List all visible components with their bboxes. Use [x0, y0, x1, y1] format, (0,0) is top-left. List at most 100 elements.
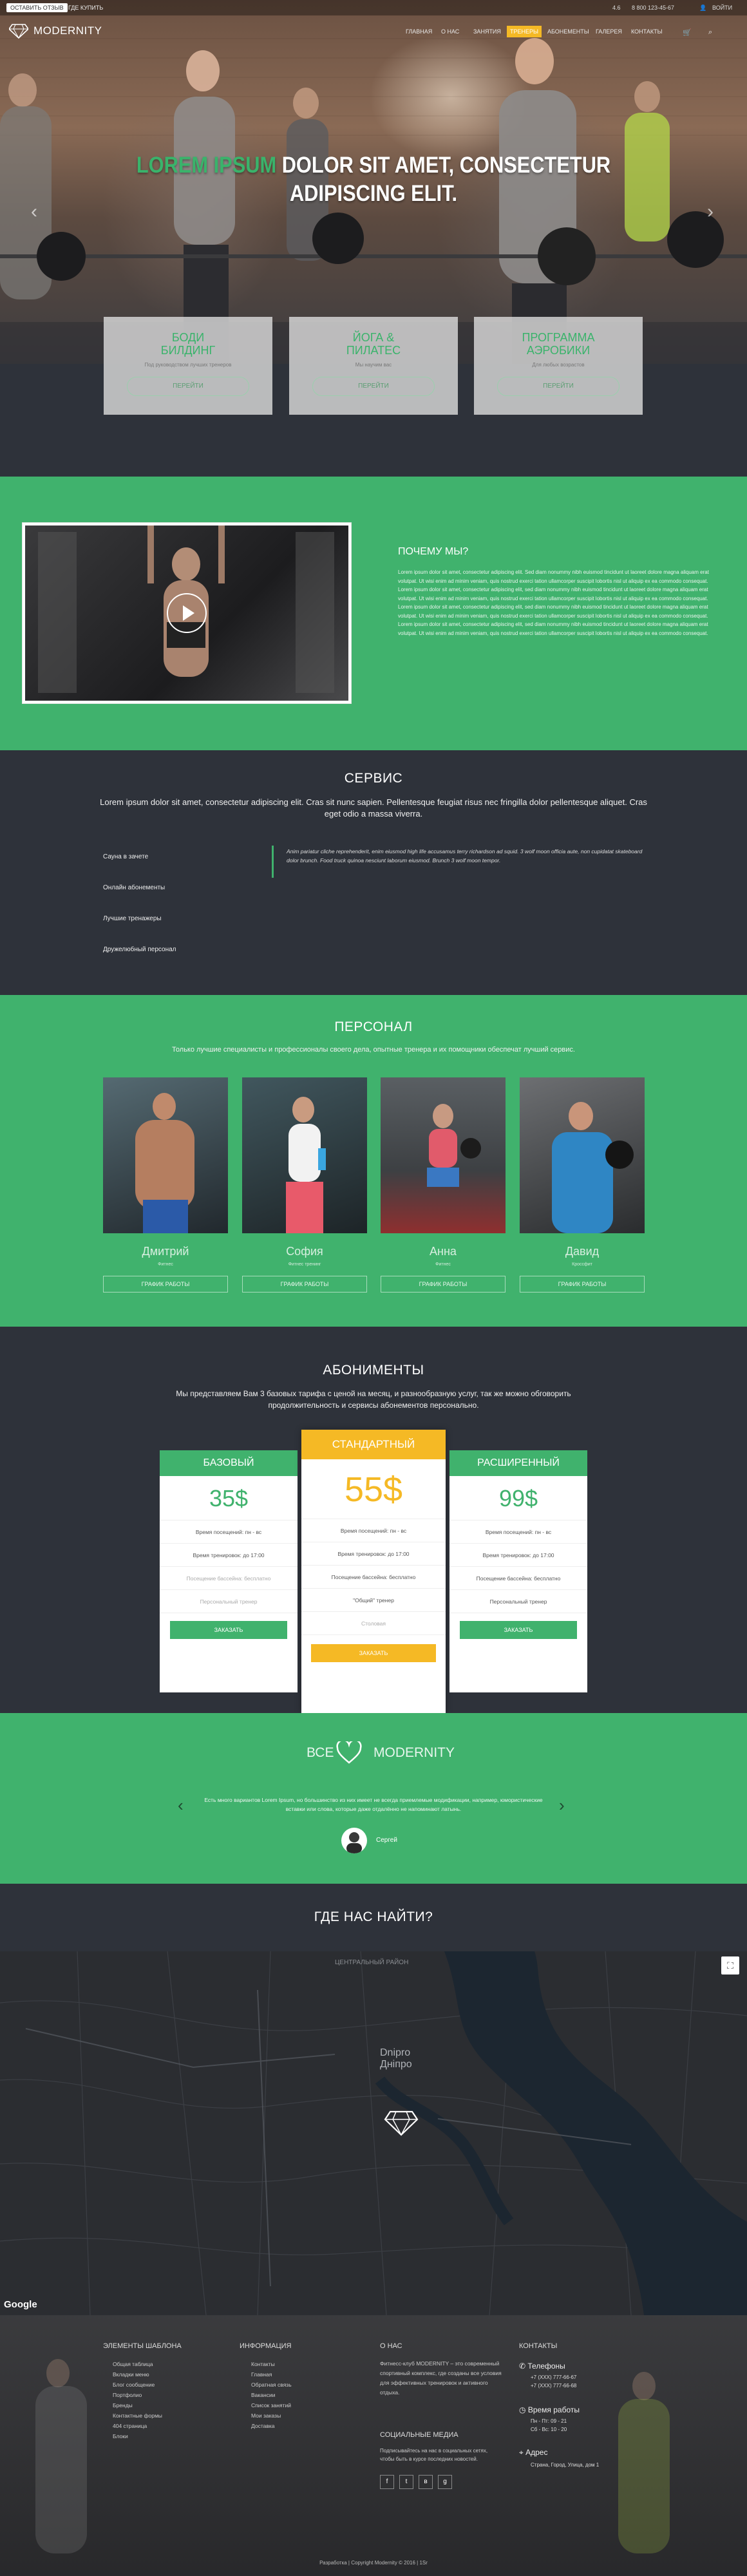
login-link[interactable]: ВОЙТИ [708, 3, 736, 12]
hours-label-text: Время работы [527, 2405, 580, 2414]
footer-link[interactable]: Доставка [251, 2421, 292, 2431]
footer-link[interactable]: Обратная связь [251, 2380, 292, 2390]
hours-list: Пн - Пт: 09 - 21 Сб - Вс: 10 - 20 [531, 2417, 567, 2434]
staff-name: София [286, 1245, 323, 1258]
card-button[interactable]: ПЕРЕЙТИ [127, 377, 249, 396]
card-button[interactable]: ПЕРЕЙТИ [312, 377, 435, 396]
service-item-equipment[interactable]: Лучшие тренажеры [103, 915, 162, 922]
map-header: ГДЕ НАС НАЙТИ? [0, 1884, 747, 1951]
schedule-button[interactable]: ГРАФИК РАБОТЫ [381, 1276, 506, 1293]
plan-feature: Посещение бассейна: бесплатно [301, 1566, 446, 1589]
vk-icon[interactable]: в [419, 2475, 433, 2489]
map-title: ГДЕ НАС НАЙТИ? [314, 1909, 433, 1924]
card-text: Мы научим вас [355, 362, 392, 368]
hero-title-rest: DOLOR SIT AMET, CONSECTETUR ADIPISCING E… [276, 153, 611, 206]
google-plus-icon[interactable]: g [438, 2475, 452, 2489]
phone-number[interactable]: +7 (XXX) 777-66-67 [531, 2373, 576, 2382]
address-text: Страна, Город, Улица, дом 1 [531, 2462, 600, 2468]
footer-link[interactable]: Контактные формы [113, 2410, 162, 2421]
footer-link[interactable]: Контакты [251, 2359, 292, 2369]
footer-col-title: О НАС [380, 2342, 402, 2350]
play-button[interactable] [167, 593, 207, 633]
staff-member-anna: Анна Фитнес ГРАФИК РАБОТЫ [381, 1077, 506, 1293]
testimonial-next-arrow[interactable]: › [559, 1795, 565, 1815]
testimonial-section: ВСЕ MODERNITY ‹ › Есть много вариантов L… [0, 1713, 747, 1884]
top-bar: ОСТАВИТЬ ОТЗЫВ ГДЕ КУПИТЬ 4.6 8 800 123-… [0, 0, 747, 15]
search-icon[interactable]: ⌕ [708, 28, 712, 37]
staff-name: Давид [565, 1245, 600, 1258]
fullscreen-icon[interactable]: ⛶ [721, 1956, 739, 1975]
footer-link[interactable]: Мои заказы [251, 2410, 292, 2421]
contacts-title: КОНТАКТЫ [519, 2342, 558, 2350]
footer-link[interactable]: Список занятий [251, 2400, 292, 2410]
footer-link[interactable]: Блоки [113, 2431, 162, 2441]
cart-icon[interactable]: 🛒 [683, 28, 692, 37]
schedule-button[interactable]: ГРАФИК РАБОТЫ [103, 1276, 228, 1293]
phone-text[interactable]: 8 800 123-45-67 [628, 3, 678, 12]
footer-link[interactable]: Портфолио [113, 2390, 162, 2400]
staff-role: Кроссфит [572, 1262, 592, 1267]
schedule-button[interactable]: ГРАФИК РАБОТЫ [242, 1276, 367, 1293]
hours-label: ◷ Время работы [519, 2405, 580, 2414]
plan-feature: "Общий" тренер [301, 1589, 446, 1612]
plan-feature: Столовая [301, 1612, 446, 1635]
nav-item-contacts[interactable]: КОНТАКТЫ [631, 28, 663, 35]
staff-role: Фитнес тренинг [288, 1262, 321, 1267]
footer-col-title: ЭЛЕМЕНТЫ ШАБЛОНА [103, 2342, 182, 2350]
staff-member-david: Давид Кроссфит ГРАФИК РАБОТЫ [520, 1077, 645, 1293]
nav-item-plans[interactable]: АБОНЕМЕНТЫ [547, 28, 589, 35]
nav-item-trainers[interactable]: ТРЕНЕРЫ [507, 26, 542, 37]
map[interactable]: Dnipro Дніпро ЦЕНТРАЛЬНЫЙ РАЙОН ⛶ Google [0, 1951, 747, 2315]
plan-feature: Время тренировок: до 17:00 [449, 1544, 587, 1567]
nav-item-classes[interactable]: ЗАНЯТИЯ [473, 28, 501, 35]
hero-title-highlight: LOREM IPSUM [136, 153, 277, 178]
card-button[interactable]: ПЕРЕЙТИ [497, 377, 619, 396]
staff-role: Фитнес [435, 1262, 451, 1267]
footer-link[interactable]: Общая таблица [113, 2359, 162, 2369]
phones-label: ✆ Телефоны [519, 2362, 565, 2371]
staff-subtitle: Только лучшие специалисты и профессионал… [172, 1046, 575, 1054]
service-item-online[interactable]: Онлайн абонементы [103, 884, 165, 891]
footer-link[interactable]: 404 страница [113, 2421, 162, 2431]
hero-prev-arrow[interactable]: ‹ [31, 201, 37, 223]
staff-name: Анна [430, 1245, 457, 1258]
footer-link[interactable]: Главная [251, 2369, 292, 2380]
leave-review-button[interactable]: ОСТАВИТЬ ОТЗЫВ [6, 3, 68, 12]
plan-feature: Время посещений: пн - вс [449, 1520, 587, 1544]
phone-number[interactable]: +7 (XXX) 777-66-68 [531, 2382, 576, 2390]
testimonial-prev-arrow[interactable]: ‹ [178, 1795, 184, 1815]
footer-links-info: Контакты Главная Обратная связь Вакансии… [251, 2359, 292, 2431]
nav-item-gallery[interactable]: ГАЛЕРЕЯ [596, 28, 622, 35]
footer-link[interactable]: Бренды [113, 2400, 162, 2410]
service-item-sauna[interactable]: Сауна в зачете [103, 853, 148, 860]
footer-about-text: Фитнесс-клуб MODERNITY – это современный… [380, 2360, 502, 2396]
staff-member-sofia: София Фитнес тренинг ГРАФИК РАБОТЫ [242, 1077, 367, 1293]
plan-feature: Персональный тренер [449, 1590, 587, 1613]
nav-item-about[interactable]: О НАС [441, 28, 459, 35]
order-button[interactable]: ЗАКАЗАТЬ [311, 1644, 436, 1662]
twitter-icon[interactable]: t [399, 2475, 413, 2489]
footer-link[interactable]: Вкладки меню [113, 2369, 162, 2380]
plans-subtitle: Мы представляем Вам 3 базовых тарифа с ц… [176, 1389, 571, 1410]
hero-next-arrow[interactable]: › [707, 201, 714, 223]
footer-link[interactable]: Блог сообщение [113, 2380, 162, 2390]
plan-price: 55$ [301, 1459, 446, 1519]
service-item-staff[interactable]: Дружелюбный персонал [103, 946, 176, 953]
where-to-buy-link[interactable]: ГДЕ КУПИТЬ [64, 3, 107, 12]
nav-item-home[interactable]: ГЛАВНАЯ [406, 28, 432, 35]
google-logo: Google [4, 2299, 37, 2310]
plan-feature: Время тренировок: до 17:00 [301, 1542, 446, 1566]
map-marker-diamond-icon[interactable] [384, 2110, 419, 2136]
order-button[interactable]: ЗАКАЗАТЬ [170, 1621, 287, 1639]
why-us-video[interactable] [23, 523, 351, 703]
footer-background-image [35, 2359, 670, 2553]
card-text: Под руководством лучших тренеров [144, 362, 232, 368]
plan-feature: Время посещений: пн - вс [160, 1520, 298, 1544]
love-right-text: MODERNITY [374, 1745, 455, 1760]
program-card-yoga: ЙОГА & ПИЛАТЕС Мы научим вас ПЕРЕЙТИ [289, 317, 458, 415]
order-button[interactable]: ЗАКАЗАТЬ [460, 1621, 577, 1639]
schedule-button[interactable]: ГРАФИК РАБОТЫ [520, 1276, 645, 1293]
address-label-text: Адрес [525, 2448, 548, 2457]
facebook-icon[interactable]: f [380, 2475, 394, 2489]
footer-link[interactable]: Вакансии [251, 2390, 292, 2400]
